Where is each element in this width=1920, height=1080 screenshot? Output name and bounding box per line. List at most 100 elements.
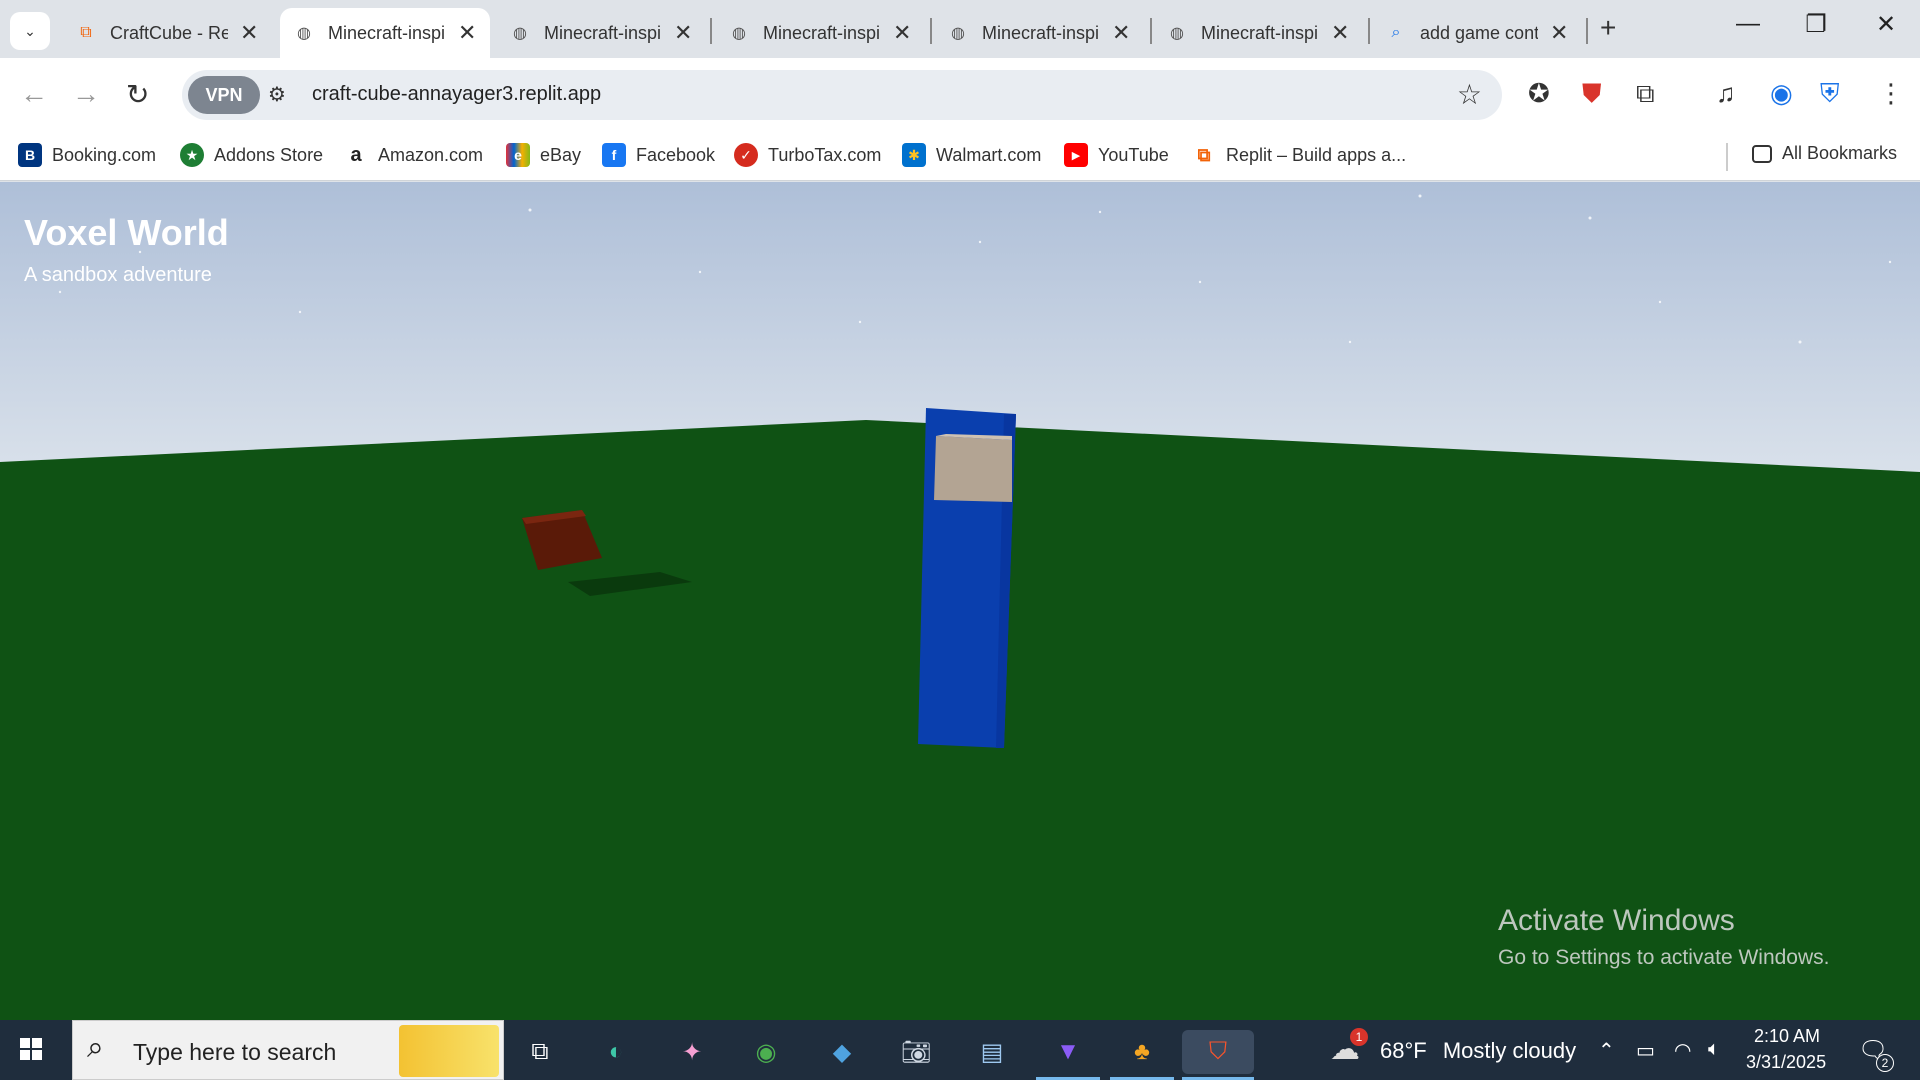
brave-browser-icon[interactable]: ⛉ (1182, 1030, 1254, 1074)
bookmark-label: Walmart.com (936, 144, 1042, 165)
bookmark-label: eBay (540, 144, 582, 165)
restore-button[interactable]: ❐ (1796, 10, 1836, 39)
bookmark-addons-store[interactable]: ★ Addons Store (180, 143, 323, 167)
vpn-app-icon[interactable]: ▼ (1046, 1030, 1090, 1074)
reload-button[interactable]: ↻ (126, 78, 149, 111)
vpn-label: VPN (205, 84, 243, 105)
close-icon[interactable]: ✕ (1331, 20, 1349, 46)
task-view-icon[interactable]: ⧉ (518, 1030, 562, 1074)
activate-windows-subtitle: Go to Settings to activate Windows. (1498, 946, 1830, 969)
game-scene[interactable] (0, 182, 1920, 1020)
meet-now-icon[interactable]: ▭ (1636, 1038, 1655, 1063)
close-icon[interactable]: ✕ (1112, 20, 1130, 46)
clock-date[interactable]: 3/31/2025 (1746, 1052, 1826, 1073)
bookmark-label: Facebook (636, 144, 716, 165)
close-icon[interactable]: ✕ (458, 20, 476, 46)
tab-minecraft-5[interactable]: ◍ Minecraft-inspired ✕ (1153, 8, 1363, 58)
taskbar-search[interactable]: ⌕ Type here to search (72, 1020, 504, 1080)
copilot-icon[interactable]: ✦ (670, 1030, 714, 1074)
tab-search[interactable]: ⌕ add game controls ✕ (1372, 8, 1582, 58)
bookmark-walmart[interactable]: ✱ Walmart.com (902, 143, 1041, 167)
kodi-icon[interactable]: ◆ (820, 1030, 864, 1074)
profile-avatar-icon[interactable]: ◉ (1770, 78, 1793, 109)
turbotax-icon: ✓ (734, 143, 758, 167)
volume-icon[interactable]: 🔈︎ (1708, 1038, 1720, 1061)
edge-icon[interactable]: ◐ (594, 1030, 638, 1074)
tab-separator (1150, 18, 1152, 44)
minimize-icon: — (1736, 10, 1760, 37)
close-icon[interactable]: ✕ (240, 20, 258, 46)
vpn-button[interactable]: VPN (188, 76, 260, 114)
new-tab-button[interactable]: + (1600, 12, 1616, 44)
close-icon[interactable]: ✕ (1550, 20, 1568, 46)
media-control-icon[interactable]: ♫ (1716, 78, 1736, 109)
globe-icon: ◍ (1170, 25, 1184, 42)
close-window-button[interactable]: ✕ (1866, 10, 1906, 39)
globe-icon: ◍ (297, 25, 311, 42)
tab-craftcube[interactable]: ⧉ CraftCube - Replit ✕ (62, 8, 272, 58)
close-icon[interactable]: ✕ (893, 20, 911, 46)
bookmark-ebay[interactable]: e eBay (506, 143, 581, 167)
tab-minecraft-3[interactable]: ◍ Minecraft-inspired ✕ (715, 8, 925, 58)
bookmark-replit[interactable]: ⧉ Replit – Build apps a... (1192, 143, 1407, 167)
bookmarks-bar: B Booking.com ★ Addons Store a Amazon.co… (0, 133, 1920, 181)
extensions-icon[interactable]: ⧉ (1636, 78, 1655, 110)
player-head[interactable] (934, 436, 1012, 502)
minimize-button[interactable]: — (1728, 10, 1768, 38)
bookmark-label: Replit – Build apps a... (1226, 144, 1407, 165)
tab-search-menu-button[interactable]: ⌄ (10, 12, 50, 50)
extension-puzzle-icon[interactable]: ✪ (1528, 78, 1550, 109)
bookmark-label: Addons Store (214, 144, 324, 165)
notepad-icon[interactable]: ▤ (970, 1030, 1014, 1074)
bookmarks-separator (1726, 143, 1728, 171)
address-bar[interactable]: VPN ⚙ craft-cube-annayager3.replit.app ☆ (182, 70, 1502, 120)
game-viewport[interactable]: Voxel World A sandbox adventure Activate… (0, 182, 1920, 1020)
globe-icon: ◍ (513, 25, 527, 42)
windows-logo-icon (20, 1038, 42, 1060)
bookmark-turbotax[interactable]: ✓ TurboTax.com (734, 143, 881, 167)
folder-icon (1752, 144, 1772, 163)
close-icon[interactable]: ✕ (674, 20, 692, 46)
search-icon: ⌕ (1391, 24, 1401, 41)
chrome-icon[interactable]: ◉ (744, 1030, 788, 1074)
clock-time[interactable]: 2:10 AM (1754, 1026, 1820, 1047)
weather-badge: 1 (1350, 1028, 1368, 1046)
amazon-icon: a (350, 143, 362, 166)
camera-icon[interactable]: 📷︎ (894, 1030, 938, 1074)
globe-icon: ◍ (732, 25, 746, 42)
bookmark-amazon[interactable]: a Amazon.com (344, 143, 483, 167)
arrow-right-icon: → (72, 78, 100, 109)
url-text[interactable]: craft-cube-annayager3.replit.app (312, 83, 601, 106)
tab-minecraft-active[interactable]: ◍ Minecraft-inspired ✕ (280, 8, 491, 58)
weather-widget[interactable]: 68°F Mostly cloudy (1380, 1038, 1576, 1064)
tab-title: add game controls (1420, 22, 1538, 43)
search-placeholder: Type here to search (133, 1039, 337, 1065)
chevron-up-icon[interactable]: ⌃ (1598, 1038, 1615, 1063)
start-button[interactable] (16, 1034, 56, 1070)
all-bookmarks-label: All Bookmarks (1782, 143, 1898, 163)
more-menu-icon[interactable]: ⋮ (1878, 78, 1904, 109)
all-bookmarks-button[interactable]: All Bookmarks (1752, 143, 1897, 164)
chevron-down-icon: ⌄ (24, 22, 36, 39)
tab-title: Minecraft-inspired (1201, 22, 1319, 43)
bookmark-label: Amazon.com (378, 144, 484, 165)
weather-temp: 68°F (1380, 1038, 1427, 1063)
bookmark-booking[interactable]: B Booking.com (18, 143, 156, 167)
restore-icon: ❐ (1805, 11, 1827, 38)
forward-button[interactable]: → (72, 78, 100, 110)
tab-minecraft-2[interactable]: ◍ Minecraft-inspired ✕ (496, 8, 706, 58)
security-shield-icon[interactable]: ⛨ (1820, 78, 1840, 110)
wifi-icon[interactable]: ◠ (1674, 1038, 1691, 1063)
bookmark-star-icon[interactable]: ☆ (1457, 78, 1482, 111)
replit-icon: ⧉ (1197, 144, 1211, 165)
bookmark-facebook[interactable]: f Facebook (602, 143, 715, 167)
adblock-shield-icon[interactable]: ⛊ (1582, 78, 1602, 110)
ebay-icon: e (506, 143, 530, 167)
back-button[interactable]: ← (20, 78, 48, 110)
bookmark-youtube[interactable]: ▶ YouTube (1064, 143, 1169, 167)
game-title: Voxel World (24, 212, 229, 253)
tab-minecraft-4[interactable]: ◍ Minecraft-inspired ✕ (934, 8, 1144, 58)
sky-stars (58, 194, 1892, 344)
site-info-icon[interactable]: ⚙ (268, 82, 286, 107)
game-app-icon[interactable]: ♣ (1120, 1030, 1164, 1074)
